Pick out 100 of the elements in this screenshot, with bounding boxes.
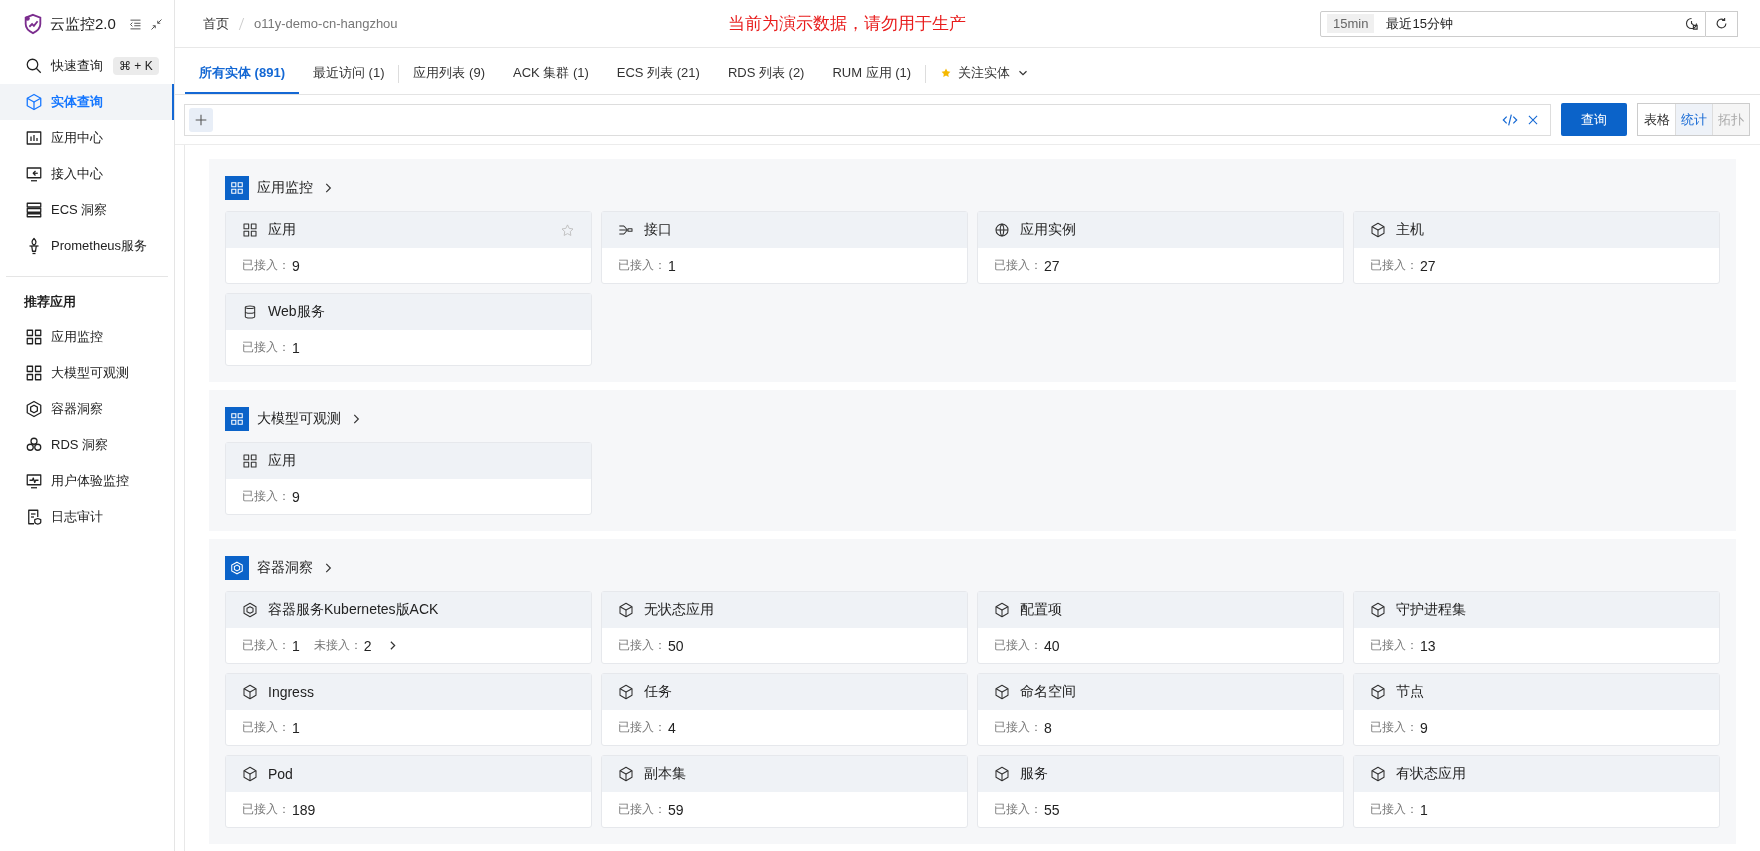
nav-item[interactable]: 应用中心 [0, 120, 174, 156]
entity-card[interactable]: 节点 已接入：9 [1353, 673, 1720, 746]
tab[interactable]: RDS 列表 (2) [713, 54, 819, 94]
nav-item[interactable]: ECS 洞察 [0, 192, 174, 228]
nav-item[interactable]: 应用监控 [0, 319, 174, 355]
grid-icon [242, 453, 258, 469]
entity-card[interactable]: 命名空间 已接入：8 [977, 673, 1344, 746]
grid-icon [242, 222, 258, 238]
stat-label: 已接入： [242, 801, 290, 818]
card-title: 主机 [1396, 221, 1425, 239]
section-title-link[interactable]: 容器洞察 [257, 559, 313, 577]
stat-label: 已接入： [242, 637, 290, 654]
entity-card[interactable]: Pod 已接入：189 [225, 755, 592, 828]
entity-card[interactable]: 任务 已接入：4 [601, 673, 968, 746]
entity-card[interactable]: 无状态应用 已接入：50 [601, 591, 968, 664]
stat-label: 已接入： [618, 257, 666, 274]
monitor-pulse-icon [25, 472, 43, 490]
group-title: 推荐应用 [23, 293, 77, 311]
entity-card[interactable]: Ingress 已接入：1 [225, 673, 592, 746]
time-range-picker[interactable]: 15min 最近15分钟 [1320, 10, 1706, 37]
query-button[interactable]: 查询 [1561, 103, 1627, 136]
stat-label: 已接入： [618, 637, 666, 654]
stat-value: 50 [668, 637, 684, 654]
entity-card[interactable]: Web服务 已接入：1 [225, 293, 592, 366]
collapse-sidebar-icon[interactable] [128, 16, 143, 32]
stat-label: 已接入： [994, 257, 1042, 274]
search-icon [25, 57, 43, 75]
grid-icon [25, 328, 43, 346]
cube-icon [618, 766, 634, 782]
cube-icon [618, 602, 634, 618]
card-title: 无状态应用 [644, 601, 715, 619]
tab[interactable]: RUM 应用 (1) [818, 54, 926, 94]
cube-icon [1370, 222, 1386, 238]
card-title: Ingress [268, 684, 315, 700]
star-icon[interactable] [560, 222, 575, 238]
stat-label: 已接入： [994, 801, 1042, 818]
card-title: Pod [268, 766, 294, 782]
section-icon [225, 407, 249, 431]
nav-item[interactable]: RDS 洞察 [0, 427, 174, 463]
shrink-icon[interactable] [149, 16, 164, 32]
tab[interactable]: ECS 列表 (21) [602, 54, 714, 94]
cube-icon [1370, 684, 1386, 700]
stat-value: 55 [1044, 801, 1060, 818]
card-title: 节点 [1396, 683, 1425, 701]
entity-card[interactable]: 容器服务Kubernetes版ACK 已接入：1 未接入：2 [225, 591, 592, 664]
entity-card[interactable]: 有状态应用 已接入：1 [1353, 755, 1720, 828]
stat-label: 已接入： [1370, 719, 1418, 736]
stat-value: 8 [1044, 719, 1052, 736]
entity-card[interactable]: 服务 已接入：55 [977, 755, 1344, 828]
cube-icon [994, 684, 1010, 700]
section-title-link[interactable]: 大模型可观测 [257, 410, 341, 428]
hexagon-icon [25, 400, 43, 418]
stat-label: 已接入： [1370, 257, 1418, 274]
card-title: 应用实例 [1020, 221, 1077, 239]
stat-value: 9 [292, 257, 300, 274]
entity-card[interactable]: 配置项 已接入：40 [977, 591, 1344, 664]
entity-card[interactable]: 接口 已接入：1 [601, 211, 968, 284]
entity-card[interactable]: 守护进程集 已接入：13 [1353, 591, 1720, 664]
card-title: 服务 [1020, 765, 1049, 783]
section-icon [225, 556, 249, 580]
entity-card[interactable]: 副本集 已接入：59 [601, 755, 968, 828]
clock-icon[interactable] [1684, 16, 1699, 31]
entity-card[interactable]: 应用 已接入：9 [225, 211, 592, 284]
favorites-tab[interactable]: 关注实体 [926, 54, 1045, 94]
refresh-button[interactable] [1706, 10, 1738, 37]
stat-label: 已接入： [242, 257, 290, 274]
star-icon [940, 67, 953, 79]
tab[interactable]: 应用列表 (9) [399, 54, 499, 94]
entity-card[interactable]: 应用实例 已接入：27 [977, 211, 1344, 284]
chart-icon [25, 129, 43, 147]
tab[interactable]: ACK 集群 (1) [498, 54, 603, 94]
view-toggle-button[interactable]: 统计 [1675, 104, 1712, 135]
nav-item[interactable]: 容器洞察 [0, 391, 174, 427]
entity-card[interactable]: 应用 已接入：9 [225, 442, 592, 515]
stat-value: 1 [668, 257, 676, 274]
nav-item[interactable]: 大模型可观测 [0, 355, 174, 391]
section-title-link[interactable]: 应用监控 [257, 179, 313, 197]
nav-item[interactable]: 实体查询 [0, 84, 174, 120]
entity-card[interactable]: 主机 已接入：27 [1353, 211, 1720, 284]
logo-icon [22, 13, 44, 35]
nav-item[interactable]: 快速查询 ⌘ + K [0, 48, 174, 84]
nav-item[interactable]: Prometheus服务 [0, 228, 174, 264]
breadcrumb-link[interactable]: 首页 [203, 14, 229, 33]
card-title: 应用 [268, 221, 297, 239]
server-icon [25, 201, 43, 219]
tab[interactable]: 最近访问 (1) [298, 54, 399, 94]
tab[interactable]: 所有实体 (891) [185, 54, 299, 94]
stat-value: 40 [1044, 637, 1060, 654]
stat-value: 9 [1420, 719, 1428, 736]
card-title: 配置项 [1020, 601, 1063, 619]
query-field[interactable] [184, 103, 1551, 136]
breadcrumb-link[interactable]: o11y-demo-cn-hangzhou [254, 16, 398, 31]
app-title: 云监控2.0 [50, 14, 117, 34]
nav-item[interactable]: 日志审计 [0, 499, 174, 535]
nav-item[interactable]: 用户体验监控 [0, 463, 174, 499]
circles-icon [25, 436, 43, 454]
add-filter-button[interactable] [189, 107, 213, 132]
cube-icon [994, 602, 1010, 618]
stat-label: 已接入： [242, 339, 290, 356]
nav-item[interactable]: 接入中心 [0, 156, 174, 192]
